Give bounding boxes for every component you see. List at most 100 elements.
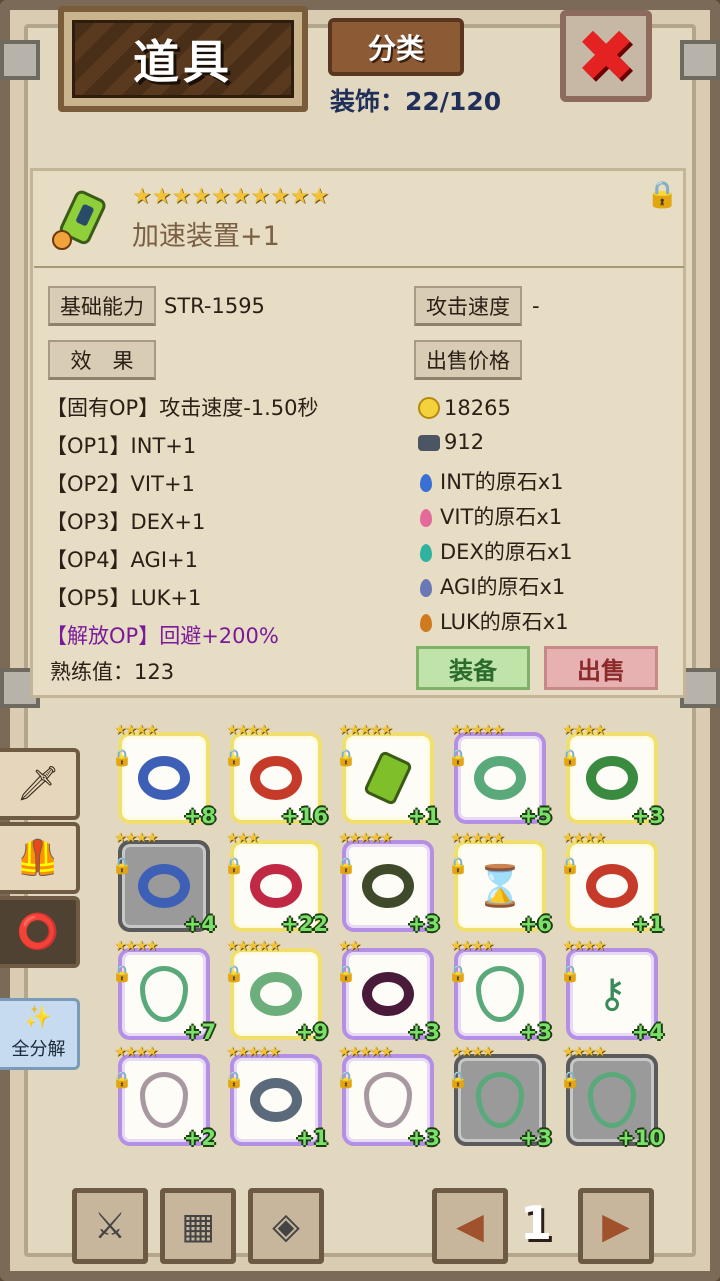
inventory-slot[interactable]: ★★★★★ 🔒 +5 (448, 722, 552, 828)
ring-icon (586, 756, 638, 800)
key-icon: ⚷ (597, 971, 627, 1017)
effect-line: 【固有OP】攻击速度-1.50秒 (46, 396, 319, 420)
slot-stars: ★★★★ (450, 938, 494, 954)
lock-icon: 🔒 (560, 964, 580, 983)
slot-stars: ★★★★ (226, 722, 270, 738)
slot-stars: ★★★★ (450, 1044, 494, 1060)
page-number: 1 (520, 1196, 553, 1250)
chest-icon: ▦ (180, 1205, 215, 1247)
inventory-slot[interactable]: ★★ 🔒 +3 (336, 938, 440, 1044)
lock-icon: 🔒 (448, 748, 468, 767)
close-button[interactable]: ✖ (560, 10, 652, 102)
vit-stone-icon (420, 509, 432, 527)
ring-icon (250, 756, 302, 800)
necklace-icon (476, 966, 524, 1022)
ring-icon (250, 972, 302, 1016)
slot-stars: ★★★★★ (450, 830, 505, 846)
inventory-slot[interactable]: ★★★★ 🔒 +16 (224, 722, 328, 828)
chest-button[interactable]: ▦ (160, 1188, 236, 1264)
slot-level: +1 (407, 804, 440, 828)
tab-weapon[interactable]: 🗡 (0, 748, 80, 820)
ring-icon: ⭕ (16, 912, 60, 952)
necklace-icon (140, 966, 188, 1022)
slot-stars: ★★★★★ (338, 830, 393, 846)
decoration-count: 装饰：22/120 (330, 87, 502, 116)
inventory-slot[interactable]: ★★★★ 🔒 +3 (560, 722, 664, 828)
inventory-slot[interactable]: ★★★★★ 🔒 ⌛ +6 (448, 830, 552, 936)
stone-line: DEX的原石x1 (440, 540, 573, 564)
slot-level: +22 (281, 912, 328, 936)
slot-stars: ★★★★★ (450, 722, 505, 738)
inventory-slot[interactable]: ★★★★ 🔒 +2 (112, 1044, 216, 1150)
inventory-slot[interactable]: ★★★★★ 🔒 +1 (336, 722, 440, 828)
slot-stars: ★★★★ (114, 938, 158, 954)
next-page-button[interactable]: ▶ (578, 1188, 654, 1264)
stone-line: LUK的原石x1 (440, 610, 569, 634)
lock-icon: 🔒 (448, 964, 468, 983)
dex-stone-icon (420, 544, 432, 562)
inventory-slot[interactable]: ★★★★★ 🔒 +3 (336, 1044, 440, 1150)
effect-line: 【OP1】INT+1 (46, 434, 197, 458)
inventory-slot[interactable]: ★★★★ 🔒 +3 (448, 938, 552, 1044)
lock-icon: 🔒 (224, 856, 244, 875)
proficiency: 熟练值：123 (50, 660, 175, 684)
gold-coin-icon (418, 397, 440, 419)
slot-stars: ★★★★ (562, 1044, 606, 1060)
inventory-slot[interactable]: ★★★★ 🔒 +1 (560, 830, 664, 936)
tab-armor[interactable]: 🦺 (0, 822, 80, 894)
rarity-stars: ★★★★★★★★★★ (132, 184, 330, 209)
inventory-slot[interactable]: ★★★★★ 🔒 +1 (224, 1044, 328, 1150)
slot-stars: ★★★ (226, 830, 260, 846)
crystal-button[interactable]: ◈ (248, 1188, 324, 1264)
slot-level: +6 (519, 912, 552, 936)
inventory-slot[interactable]: ★★★★ 🔒 +7 (112, 938, 216, 1044)
base-ability-label: 基础能力 (48, 286, 156, 326)
effect-line: 【OP4】AGI+1 (46, 548, 198, 572)
ring-icon (362, 864, 414, 908)
classify-button[interactable]: 分类 (328, 18, 464, 76)
inventory-slot[interactable]: ★★★★ 🔒 +10 (560, 1044, 664, 1150)
equip-button[interactable]: 装备 (416, 646, 530, 690)
frame-corner (680, 40, 720, 80)
slot-stars: ★★★★ (114, 1044, 158, 1060)
speed-device-icon (362, 749, 414, 807)
lock-icon: 🔒 (224, 964, 244, 983)
inventory-slot[interactable]: ★★★★ 🔒 +4 (112, 830, 216, 936)
sort-weapon-button[interactable]: ⚔ (72, 1188, 148, 1264)
slot-level: +3 (519, 1020, 552, 1044)
inventory-slot[interactable]: ★★★★ 🔒 ⚷ +4 (560, 938, 664, 1044)
lock-icon: 🔒 (560, 856, 580, 875)
lock-icon: 🔒 (448, 856, 468, 875)
base-ability-value: STR-1595 (164, 294, 265, 318)
prev-page-button[interactable]: ◀ (432, 1188, 508, 1264)
slot-level: +3 (407, 912, 440, 936)
inventory-slot[interactable]: ★★★ 🔒 +22 (224, 830, 328, 936)
slot-level: +2 (183, 1126, 216, 1150)
stone-line: INT的原石x1 (440, 470, 564, 494)
inventory-slot[interactable]: ★★★★★ 🔒 +9 (224, 938, 328, 1044)
tab-accessory[interactable]: ⭕ (0, 896, 80, 968)
slot-stars: ★★★★ (114, 722, 158, 738)
lock-icon: 🔒 (560, 1070, 580, 1089)
slot-level: +1 (631, 912, 664, 936)
sell-button[interactable]: 出售 (544, 646, 658, 690)
lock-icon: 🔒 (112, 856, 132, 875)
inventory-slot[interactable]: ★★★★ 🔒 +3 (448, 1044, 552, 1150)
decompose-all-label: 全分解 (11, 1039, 66, 1060)
effect-line: 【OP5】LUK+1 (46, 586, 202, 610)
lock-icon[interactable]: 🔒 (646, 180, 678, 210)
sell-price-label: 出售价格 (414, 340, 522, 380)
slot-stars: ★★★★ (562, 830, 606, 846)
slot-level: +4 (183, 912, 216, 936)
necklace-icon (588, 1072, 636, 1128)
decompose-icon: ✨ (24, 1005, 53, 1030)
slot-level: +4 (631, 1020, 664, 1044)
inventory-slot[interactable]: ★★★★ 🔒 +8 (112, 722, 216, 828)
lock-icon: 🔒 (336, 856, 356, 875)
decompose-all-button[interactable]: ✨ 全分解 (0, 998, 80, 1070)
armor-icon: 🦺 (16, 838, 60, 878)
lock-icon: 🔒 (336, 964, 356, 983)
arrow-left-icon: ◀ (456, 1205, 484, 1247)
inventory-slot[interactable]: ★★★★★ 🔒 +3 (336, 830, 440, 936)
slot-level: +3 (407, 1126, 440, 1150)
